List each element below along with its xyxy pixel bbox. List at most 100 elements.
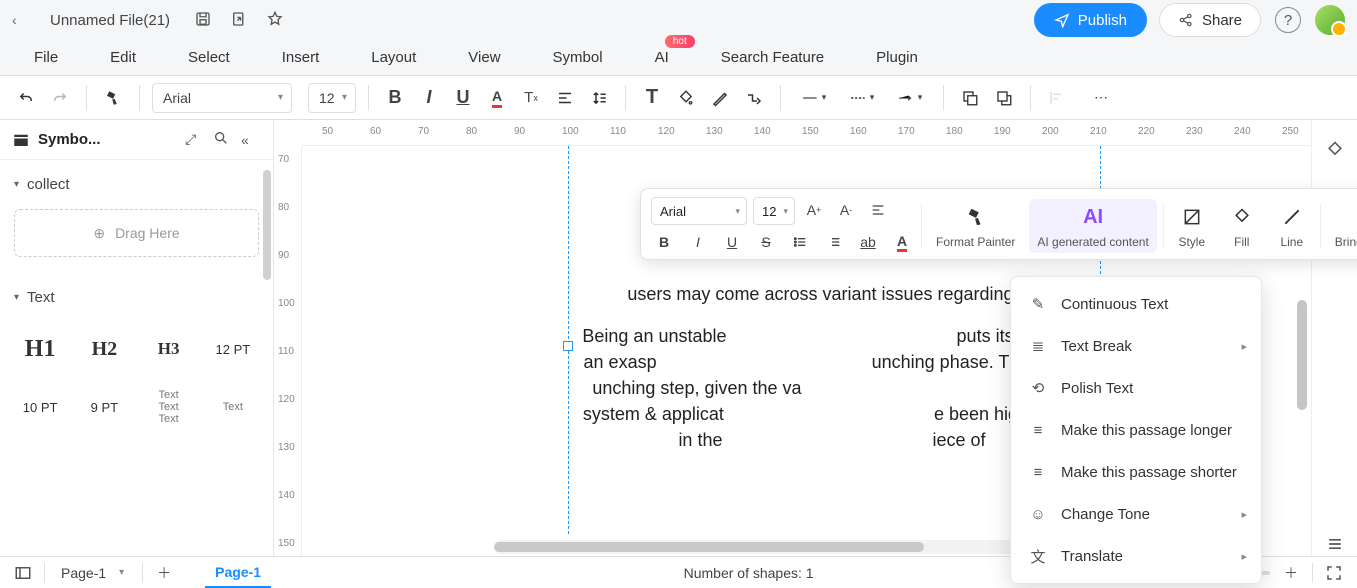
text-h1[interactable]: H1 bbox=[10, 322, 70, 376]
float-align[interactable] bbox=[865, 197, 891, 223]
arrow-style-button[interactable]: ▾ bbox=[889, 84, 931, 112]
text-color-button[interactable]: A bbox=[483, 84, 511, 112]
text-10pt[interactable]: 10 PT bbox=[10, 380, 70, 434]
ai-continuous-text[interactable]: ✎Continuous Text bbox=[1011, 283, 1261, 325]
ai-text-break[interactable]: ≣Text Break▸ bbox=[1011, 325, 1261, 367]
ruler-horizontal: 5060708090100110120130140150160170180190… bbox=[302, 120, 1311, 146]
zoom-in-button[interactable]: ＋ bbox=[1280, 562, 1302, 584]
drag-here-box[interactable]: ⊕ Drag Here bbox=[14, 209, 259, 257]
line-spacing-button[interactable] bbox=[585, 84, 613, 112]
font-size-select[interactable]: 12 bbox=[308, 83, 356, 113]
menu-search-feature[interactable]: Search Feature bbox=[721, 49, 824, 66]
text-12pt[interactable]: 12 PT bbox=[203, 322, 263, 376]
float-format-painter[interactable]: Format Painter bbox=[928, 203, 1023, 249]
float-style[interactable]: Style bbox=[1170, 203, 1214, 249]
ai-make-shorter[interactable]: ≡Make this passage shorter bbox=[1011, 451, 1261, 493]
float-size-select[interactable]: 12 bbox=[753, 197, 795, 225]
ai-make-longer[interactable]: ≡Make this passage longer bbox=[1011, 409, 1261, 451]
panel-collapse-icon[interactable]: « bbox=[241, 132, 261, 148]
menu-edit[interactable]: Edit bbox=[110, 49, 136, 66]
outline-toggle[interactable] bbox=[12, 562, 34, 584]
share-label: Share bbox=[1202, 12, 1242, 29]
ai-change-tone[interactable]: ☺Change Tone▸ bbox=[1011, 493, 1261, 535]
section-text[interactable]: Text bbox=[0, 273, 273, 316]
line-dash-button[interactable]: ▾ bbox=[841, 84, 883, 112]
rail-fill-icon[interactable] bbox=[1323, 138, 1347, 162]
text-stack[interactable]: Text Text Text bbox=[139, 380, 199, 434]
fill-button[interactable] bbox=[672, 84, 700, 112]
publish-button[interactable]: Publish bbox=[1034, 3, 1147, 37]
float-underline[interactable]: U bbox=[719, 229, 745, 255]
menu-plugin[interactable]: Plugin bbox=[876, 49, 918, 66]
align-button[interactable] bbox=[551, 84, 579, 112]
more-tools-button[interactable]: ⋯ bbox=[1087, 84, 1115, 112]
align-objects-button[interactable] bbox=[1043, 84, 1071, 112]
redo-button[interactable] bbox=[46, 84, 74, 112]
menu-layout[interactable]: Layout bbox=[371, 49, 416, 66]
menu-view[interactable]: View bbox=[468, 49, 500, 66]
share-button[interactable]: Share bbox=[1159, 3, 1261, 37]
italic-button[interactable]: I bbox=[415, 84, 443, 112]
page-select[interactable]: Page-1 bbox=[55, 561, 132, 585]
bring-front-button[interactable] bbox=[956, 84, 984, 112]
text-9pt[interactable]: 9 PT bbox=[74, 380, 134, 434]
format-painter-button[interactable] bbox=[99, 84, 127, 112]
connector-button[interactable] bbox=[740, 84, 768, 112]
guide-left[interactable] bbox=[568, 146, 569, 534]
line-color-button[interactable] bbox=[706, 84, 734, 112]
panel-expand-icon[interactable]: ⤢ bbox=[185, 131, 205, 148]
underline-button[interactable]: U bbox=[449, 84, 477, 112]
float-strike[interactable]: S bbox=[753, 229, 779, 255]
fullscreen-button[interactable] bbox=[1323, 562, 1345, 584]
shapes-count: Number of shapes: 1 bbox=[684, 565, 814, 581]
panel-search-icon[interactable] bbox=[213, 130, 233, 149]
clear-format-button[interactable]: Tx bbox=[517, 84, 545, 112]
bold-button[interactable]: B bbox=[381, 84, 409, 112]
float-text-color[interactable]: A bbox=[889, 229, 915, 255]
text-tool-button[interactable]: T bbox=[638, 84, 666, 112]
float-ai-content[interactable]: AI AI generated content bbox=[1029, 199, 1156, 253]
float-bring-front[interactable]: Bring to Front bbox=[1327, 203, 1357, 249]
section-collect[interactable]: collect bbox=[0, 160, 273, 203]
back-button[interactable]: ‹ bbox=[12, 12, 32, 28]
font-select[interactable]: Arial bbox=[152, 83, 292, 113]
float-numbers[interactable] bbox=[821, 229, 847, 255]
selection-handle-left[interactable] bbox=[563, 341, 573, 351]
text-small[interactable]: Text bbox=[203, 380, 263, 434]
add-page-button[interactable]: ＋ bbox=[153, 562, 175, 584]
float-bold[interactable]: B bbox=[651, 229, 677, 255]
ai-polish-text[interactable]: ⟲Polish Text bbox=[1011, 367, 1261, 409]
text-h3[interactable]: H3 bbox=[139, 322, 199, 376]
send-back-button[interactable] bbox=[990, 84, 1018, 112]
export-icon[interactable] bbox=[230, 10, 248, 31]
menu-select[interactable]: Select bbox=[188, 49, 230, 66]
menu-insert[interactable]: Insert bbox=[282, 49, 320, 66]
menu-symbol[interactable]: Symbol bbox=[553, 49, 603, 66]
horizontal-scrollbar[interactable] bbox=[494, 540, 1031, 554]
float-decrease-font[interactable]: A- bbox=[833, 197, 859, 223]
star-icon[interactable] bbox=[266, 10, 284, 31]
page-tab-active[interactable]: Page-1 bbox=[205, 557, 271, 588]
document-text[interactable]: users may come across variant issues reg… bbox=[582, 281, 1082, 454]
vertical-scrollbar[interactable] bbox=[1297, 300, 1307, 410]
float-fill[interactable]: Fill bbox=[1220, 203, 1264, 249]
float-italic[interactable]: I bbox=[685, 229, 711, 255]
panel-scrollbar[interactable] bbox=[263, 170, 271, 280]
ai-translate[interactable]: 文Translate▸ bbox=[1011, 535, 1261, 577]
avatar[interactable] bbox=[1315, 5, 1345, 35]
menu-ai[interactable]: AIhot bbox=[655, 49, 669, 66]
help-icon[interactable]: ? bbox=[1275, 7, 1301, 33]
float-case[interactable]: ab bbox=[855, 229, 881, 255]
float-bullets[interactable] bbox=[787, 229, 813, 255]
undo-button[interactable] bbox=[12, 84, 40, 112]
float-font-select[interactable]: Arial bbox=[651, 197, 747, 225]
main-toolbar: Arial 12 B I U A Tx T ▾ ▾ ▾ ⋯ bbox=[0, 76, 1357, 120]
float-line[interactable]: Line bbox=[1270, 203, 1314, 249]
line-style-button[interactable]: ▾ bbox=[793, 84, 835, 112]
publish-label: Publish bbox=[1078, 12, 1127, 29]
text-h2[interactable]: H2 bbox=[74, 322, 134, 376]
float-increase-font[interactable]: A+ bbox=[801, 197, 827, 223]
rail-list-icon[interactable] bbox=[1323, 532, 1347, 556]
menu-file[interactable]: File bbox=[34, 49, 58, 66]
save-icon[interactable] bbox=[194, 10, 212, 31]
